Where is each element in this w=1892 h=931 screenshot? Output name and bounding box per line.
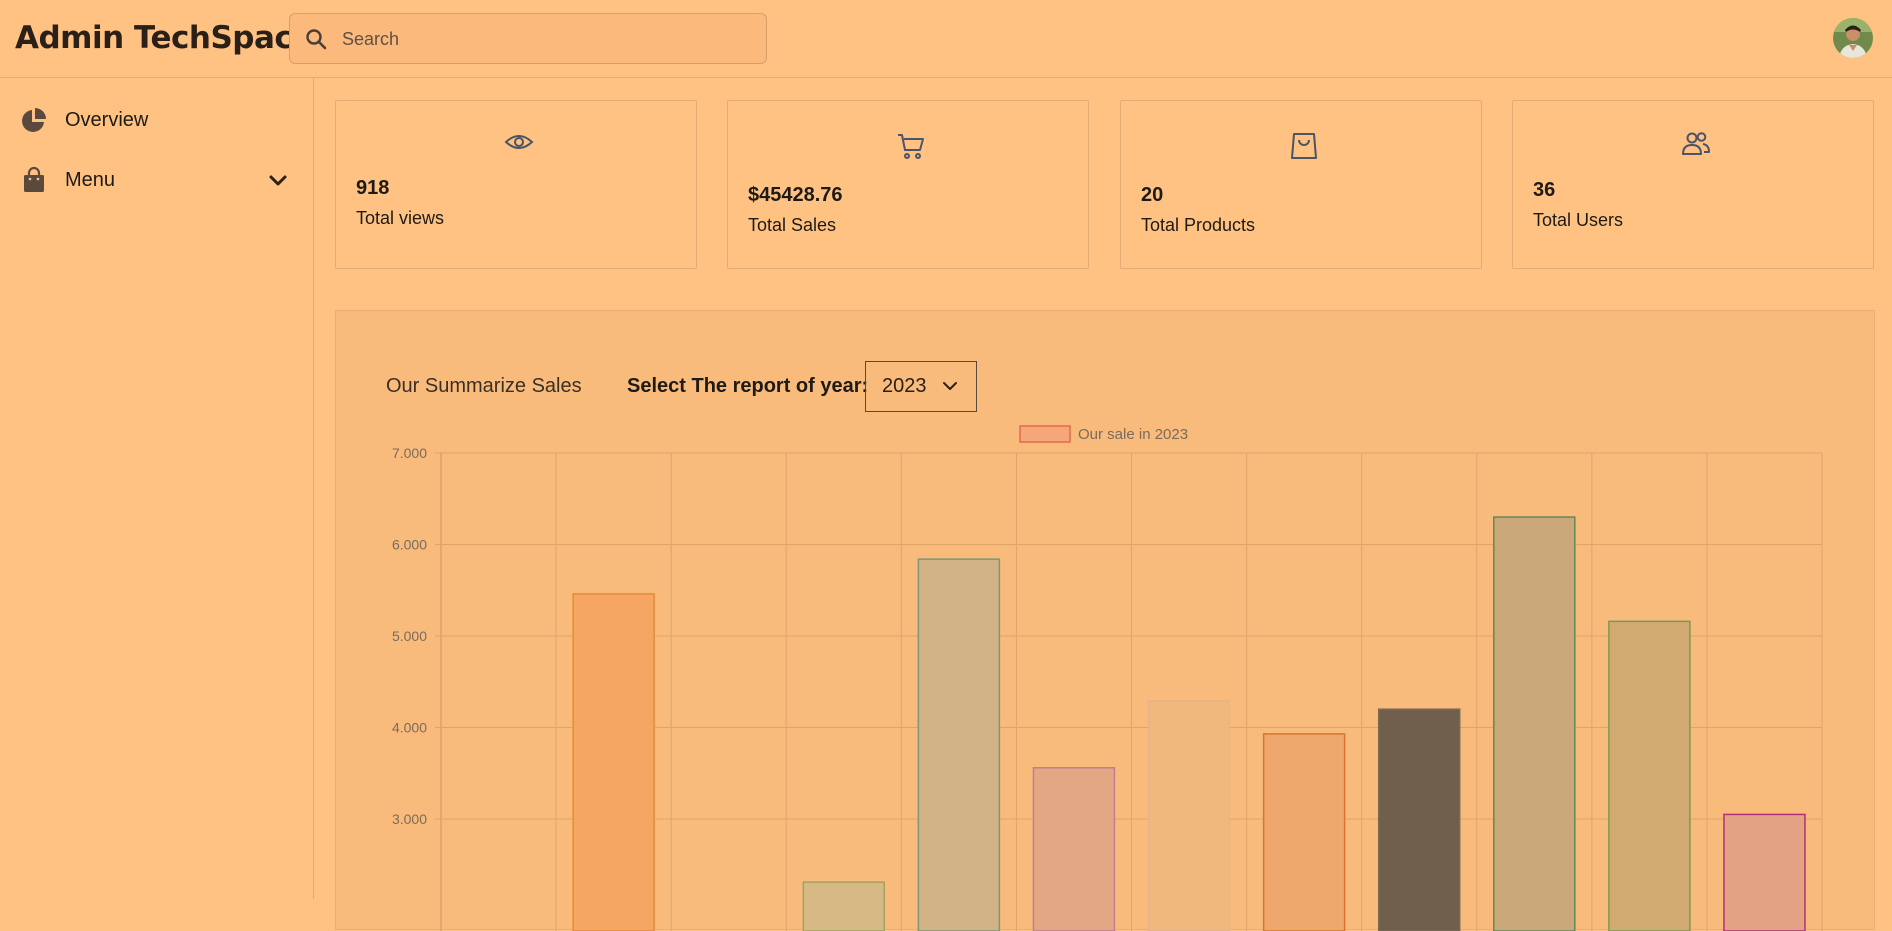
stat-card-users: 36 Total Users	[1512, 100, 1874, 269]
eye-icon	[504, 135, 534, 149]
stat-label: Total Sales	[748, 215, 837, 235]
chart-bar	[1493, 516, 1576, 931]
sales-report-panel: Our Summarize Sales Select The report of…	[335, 310, 1875, 931]
chart-bar	[1608, 620, 1691, 931]
sales-bar-chart: 7.000 6.000 5.000 4.000 3.000 Our sale in 202…	[392, 425, 1823, 931]
search-icon	[306, 29, 327, 50]
stat-value: 20	[1141, 184, 1164, 206]
stat-label: Total Users	[1533, 210, 1624, 230]
y-tick-label: 4.000	[392, 720, 427, 736]
avatar[interactable]	[1833, 18, 1873, 58]
chart-bar	[572, 593, 655, 931]
sidebar: Overview Menu	[0, 78, 314, 899]
y-tick-label: 6.000	[392, 537, 427, 553]
stat-card-products: 20 Total Products	[1120, 100, 1482, 269]
bag-icon	[1291, 133, 1317, 159]
chart-bar	[802, 881, 886, 931]
chevron-down-icon[interactable]	[266, 168, 290, 192]
app-brand: Admin TechSpace	[15, 20, 313, 56]
stat-card-sales: $45428.76 Total Sales	[727, 100, 1089, 269]
shopping-bag-icon	[24, 166, 44, 192]
top-bar: Admin TechSpace	[0, 0, 1892, 78]
chart-bar	[917, 558, 1001, 931]
chart-bar	[1723, 813, 1806, 931]
cart-icon	[898, 134, 924, 159]
legend-label: Our sale in 2023	[1078, 426, 1188, 443]
users-icon	[1682, 132, 1710, 155]
user-avatar-icon	[1833, 18, 1873, 58]
sidebar-item-menu[interactable]: Menu	[20, 160, 290, 200]
y-tick-label: 5.000	[392, 628, 427, 644]
pie-chart-icon	[22, 108, 46, 132]
chart-bar	[1147, 700, 1231, 931]
stat-value: 918	[356, 177, 390, 199]
stat-value: 36	[1533, 179, 1556, 201]
search-input[interactable]	[340, 14, 754, 65]
sidebar-item-label: Menu	[65, 168, 116, 191]
sidebar-item-overview[interactable]: Overview	[20, 100, 290, 140]
stat-label: Total Products	[1141, 215, 1256, 235]
y-tick-label: 3.000	[392, 811, 427, 827]
stat-card-views: 918 Total views	[335, 100, 697, 269]
sidebar-item-label: Overview	[65, 108, 149, 131]
y-tick-label: 7.000	[392, 445, 427, 461]
chart-bar	[1262, 733, 1346, 931]
legend-swatch	[1019, 425, 1071, 443]
search-box[interactable]	[289, 13, 767, 65]
stat-label: Total views	[356, 208, 445, 228]
chart-bar	[1377, 708, 1461, 931]
stat-value: $45428.76	[748, 184, 843, 206]
chart-bar	[1032, 767, 1116, 931]
